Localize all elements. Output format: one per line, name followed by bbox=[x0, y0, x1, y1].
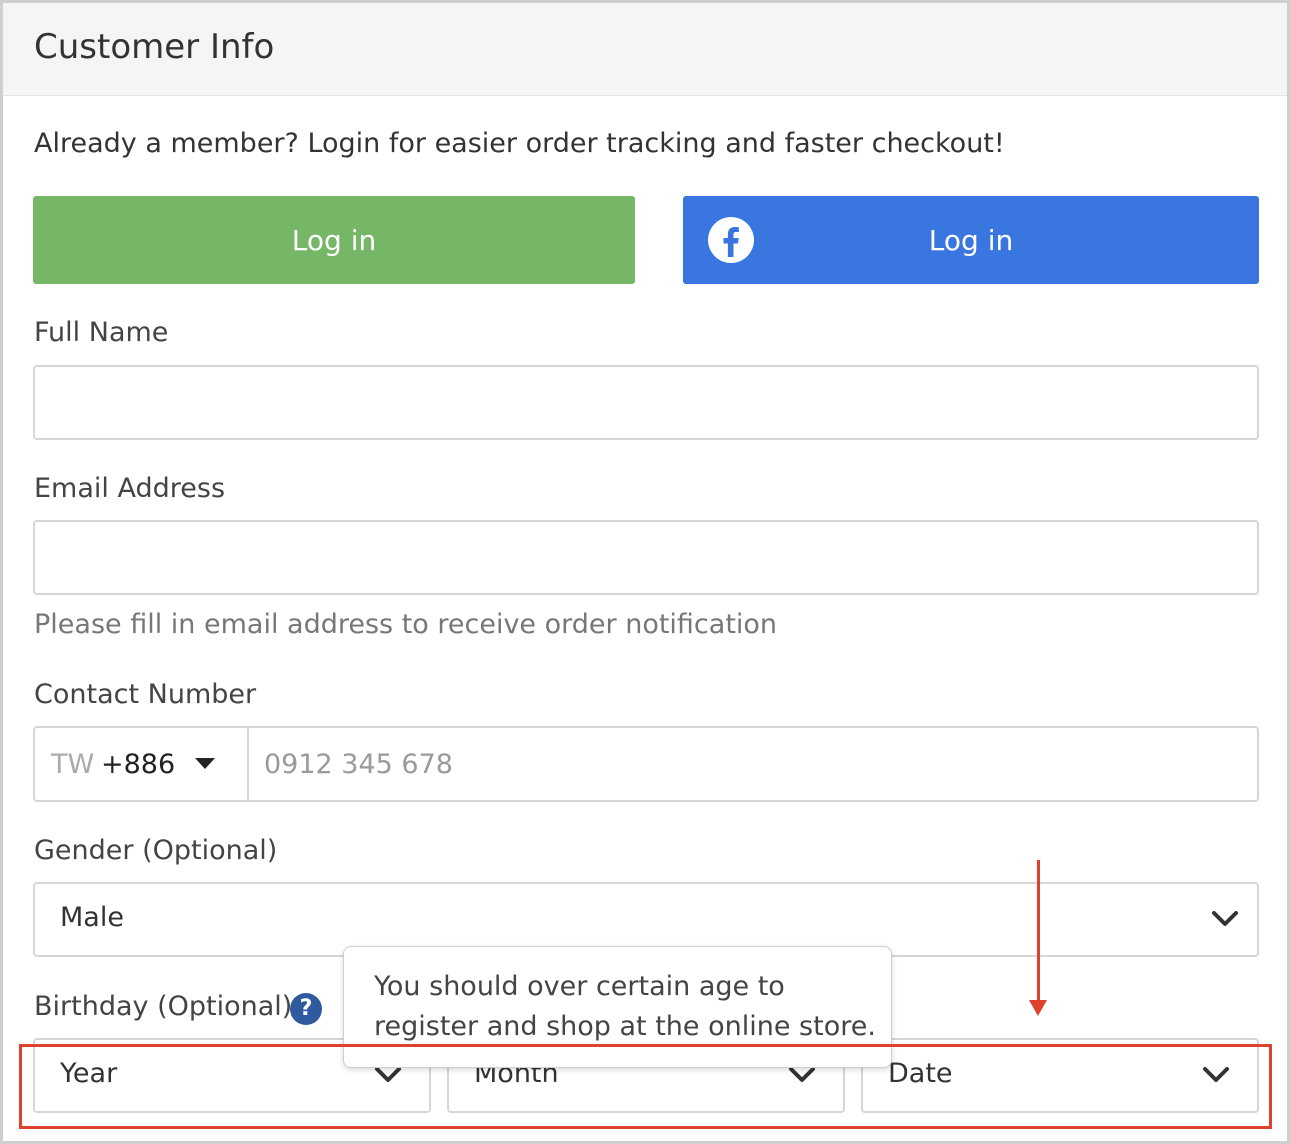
full-name-label: Full Name bbox=[34, 317, 169, 348]
email-label: Email Address bbox=[34, 473, 226, 504]
chevron-down-icon bbox=[1212, 911, 1238, 926]
full-name-input[interactable] bbox=[33, 365, 1259, 440]
login-button-label: Log in bbox=[291, 223, 377, 257]
member-prompt: Already a member? Login for easier order… bbox=[34, 128, 1005, 159]
facebook-icon bbox=[708, 217, 754, 263]
facebook-login-button[interactable]: Log in bbox=[683, 196, 1259, 284]
annotation-highlight-box bbox=[19, 1044, 1272, 1129]
gender-value: Male bbox=[60, 902, 124, 933]
email-hint: Please fill in email address to receive … bbox=[34, 609, 778, 640]
tooltip-text-line-2: register and shop at the online store. bbox=[374, 1011, 876, 1042]
annotation-arrow bbox=[1037, 860, 1040, 1002]
birthday-label: Birthday (Optional) bbox=[34, 991, 293, 1022]
facebook-login-label: Log in bbox=[928, 223, 1014, 257]
email-input[interactable] bbox=[33, 520, 1259, 595]
country-code: TW bbox=[51, 749, 95, 780]
annotation-arrow-head bbox=[1029, 1000, 1047, 1016]
gender-label: Gender (Optional) bbox=[34, 835, 278, 866]
caret-down-icon bbox=[195, 758, 215, 769]
panel-header: Customer Info bbox=[3, 3, 1287, 96]
dial-code: +886 bbox=[101, 749, 176, 780]
login-button[interactable]: Log in bbox=[33, 196, 635, 284]
tooltip-text-line-1: You should over certain age to bbox=[374, 971, 785, 1002]
country-code-select[interactable]: TW +886 bbox=[35, 728, 249, 800]
phone-number-input[interactable]: 0912 345 678 bbox=[264, 749, 453, 780]
contact-number-label: Contact Number bbox=[34, 679, 257, 710]
page-title: Customer Info bbox=[34, 27, 275, 67]
contact-number-field: TW +886 0912 345 678 bbox=[33, 726, 1259, 802]
help-icon[interactable]: ? bbox=[290, 993, 322, 1025]
